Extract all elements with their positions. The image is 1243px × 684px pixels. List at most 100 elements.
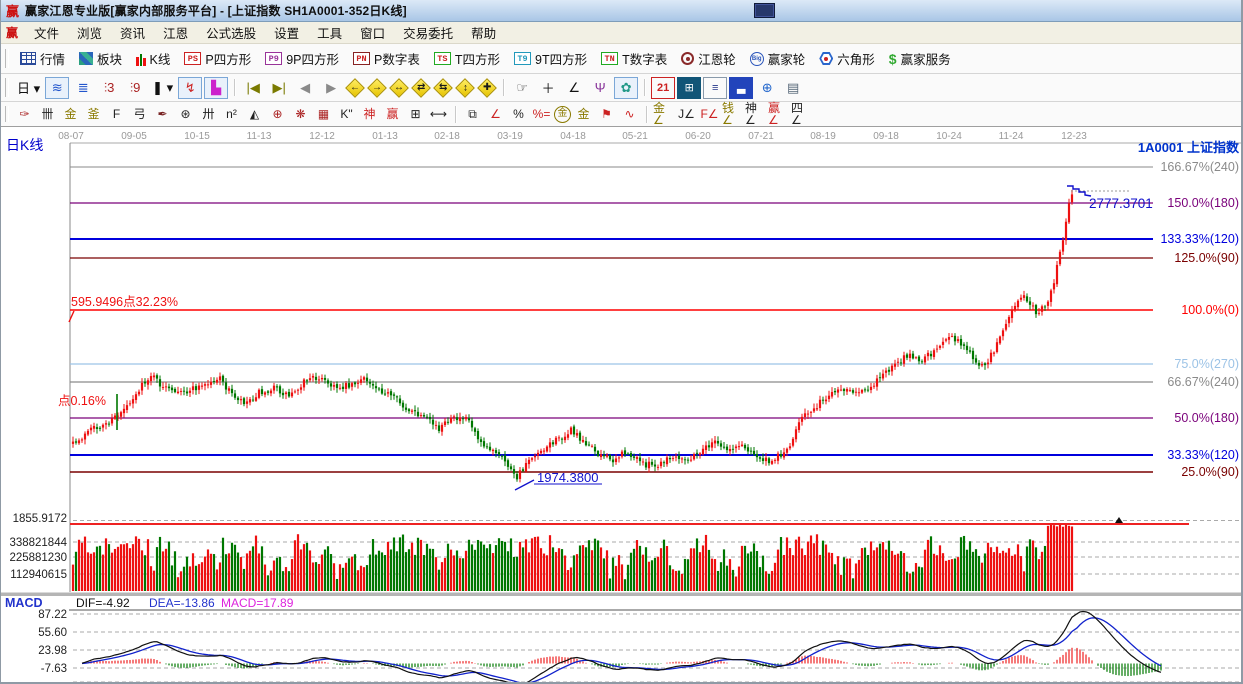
p-number-table-button[interactable]: PNP数字表: [346, 47, 427, 70]
shen-ruler-button[interactable]: 神: [359, 105, 380, 124]
menu-item-news[interactable]: 资讯: [111, 21, 154, 44]
page-back-button[interactable]: ◀: [293, 77, 317, 99]
span-measure-button[interactable]: ⟷: [428, 105, 449, 124]
t-number-table-button[interactable]: TNT数字表: [594, 47, 674, 70]
t-square-button[interactable]: TST四方形: [427, 47, 507, 70]
k-quote-mark-button[interactable]: K": [336, 105, 357, 124]
period-selector-button[interactable]: 日 ▾: [14, 77, 43, 99]
shen-angle-button[interactable]: 神∠: [745, 105, 766, 124]
menu-item-gann[interactable]: 江恩: [154, 21, 197, 44]
gold-angle-button[interactable]: 金∠: [653, 105, 674, 124]
volume-bar: [195, 566, 197, 591]
menu-item-file[interactable]: 文件: [25, 21, 68, 44]
circle-ruler-button[interactable]: ⊛: [175, 105, 196, 124]
save-button[interactable]: ▃: [729, 77, 753, 99]
notes-button[interactable]: ≡: [703, 77, 727, 99]
printer-button[interactable]: ▤: [781, 77, 805, 99]
chart-area[interactable]: 08-0709-0510-1511-1312-1201-1302-1803-19…: [1, 127, 1243, 684]
f-angle-button[interactable]: F∠: [699, 105, 720, 124]
network-button[interactable]: ⊕: [755, 77, 779, 99]
tick-ruler-button[interactable]: 卅: [198, 105, 219, 124]
chart-canvas[interactable]: 08-0709-0510-1511-1312-1201-1302-1803-19…: [1, 127, 1243, 684]
zigzag-overlay-button[interactable]: ↯: [178, 77, 202, 99]
f-ruler-button[interactable]: F: [106, 105, 127, 124]
draw-pen-button[interactable]: ✑: [14, 105, 35, 124]
zoom-reset-button[interactable]: ✚: [477, 78, 497, 98]
volume-bar: [831, 553, 833, 591]
gann-circle-button[interactable]: ⊕: [267, 105, 288, 124]
percent-line-button[interactable]: %=: [531, 105, 552, 124]
pan-right-button[interactable]: →: [367, 78, 387, 98]
menu-item-formula-stock-pick[interactable]: 公式选股: [197, 21, 265, 44]
winner-service-button[interactable]: $赢家服务: [882, 47, 958, 70]
pan-both-button[interactable]: ↔: [389, 78, 409, 98]
flag-mark-button[interactable]: ⚑: [596, 105, 617, 124]
candle-style-button[interactable]: ❚ ▾: [149, 77, 176, 99]
gold-level-button[interactable]: 金: [573, 105, 594, 124]
pan-left-button[interactable]: ←: [345, 78, 365, 98]
hand-tool-button[interactable]: ☞: [510, 77, 534, 99]
menu-item-tools[interactable]: 工具: [308, 21, 351, 44]
gold-section-ruler-button[interactable]: 釜: [83, 105, 104, 124]
pen-ruler-button[interactable]: ✒: [152, 105, 173, 124]
info-panel-button[interactable]: ≣: [71, 77, 95, 99]
volume-bar: [519, 542, 521, 591]
p-square-button[interactable]: PSP四方形: [177, 47, 258, 70]
volume-profile-button[interactable]: ▙: [204, 77, 228, 99]
calendar-button[interactable]: 21: [651, 77, 675, 99]
jump-start-button[interactable]: |◀: [241, 77, 265, 99]
win-angle-button[interactable]: 赢∠: [768, 105, 789, 124]
candle-body: [522, 469, 524, 471]
spiral-ruler-button[interactable]: 弓: [129, 105, 150, 124]
qian-angle-button[interactable]: 钱∠: [722, 105, 743, 124]
shift-right-button[interactable]: ⇆: [433, 78, 453, 98]
menu-item-settings[interactable]: 设置: [265, 21, 308, 44]
angle-percent-button[interactable]: ∠: [485, 105, 506, 124]
gann-wheel-button[interactable]: 江恩轮: [674, 47, 743, 70]
si-angle-button[interactable]: 四∠: [791, 105, 812, 124]
zoom-vertical-button[interactable]: ↕: [455, 78, 475, 98]
volume-bar: [267, 575, 269, 591]
gold-circle-button[interactable]: 金: [554, 106, 571, 123]
page-forward-button[interactable]: ▶: [319, 77, 343, 99]
trend-chart-button[interactable]: ≋: [45, 77, 69, 99]
candle-body: [426, 417, 428, 418]
winner-wheel-button[interactable]: Big赢家轮: [743, 47, 813, 70]
menu-item-window[interactable]: 窗口: [351, 21, 394, 44]
calculator-button[interactable]: ⊞: [677, 77, 701, 99]
volume-bar: [711, 559, 713, 591]
three-bar-pattern-button[interactable]: ⫶3: [97, 77, 121, 99]
ruler-ticks-button[interactable]: 卌: [37, 105, 58, 124]
nine-bar-pattern-button[interactable]: ⫶9: [123, 77, 147, 99]
volume-bar: [321, 555, 323, 591]
volume-bar: [861, 548, 863, 591]
candle-body: [777, 454, 779, 461]
gann-tool-button[interactable]: Ψ: [588, 77, 612, 99]
kline-button[interactable]: K线: [129, 47, 177, 70]
menu-item-help[interactable]: 帮助: [462, 21, 505, 44]
win-ruler-button[interactable]: 赢: [382, 105, 403, 124]
9p-square-button[interactable]: P99P四方形: [258, 47, 346, 70]
menu-item-trade-entrust[interactable]: 交易委托: [394, 21, 462, 44]
n-square-button[interactable]: n²: [221, 105, 242, 124]
quotes-button[interactable]: 行情: [13, 47, 72, 70]
jump-end-button[interactable]: ▶|: [267, 77, 291, 99]
web-grid-button[interactable]: ▦: [313, 105, 334, 124]
hexagon-button[interactable]: 六角形: [812, 47, 882, 70]
titlebar-grid-button[interactable]: [754, 3, 775, 18]
number-grid-button[interactable]: ⊞: [405, 105, 426, 124]
cycle-tool-button[interactable]: ✿: [614, 77, 638, 99]
gold-ratio-ruler-button[interactable]: 金: [60, 105, 81, 124]
sectors-button[interactable]: 板块: [72, 47, 129, 70]
crosshair-tool-button[interactable]: ＋: [536, 77, 560, 99]
percent-tool-button[interactable]: %: [508, 105, 529, 124]
shift-left-button[interactable]: ⇄: [411, 78, 431, 98]
price-box-button[interactable]: ⧉: [462, 105, 483, 124]
trendline-tool-button[interactable]: ∠: [562, 77, 586, 99]
j-angle-button[interactable]: J∠: [676, 105, 697, 124]
wave-band-button[interactable]: ∿: [619, 105, 640, 124]
spider-web-button[interactable]: ❋: [290, 105, 311, 124]
mirror-tool-button[interactable]: ◭: [244, 105, 265, 124]
9t-square-button[interactable]: T99T四方形: [507, 47, 594, 70]
menu-item-browse[interactable]: 浏览: [68, 21, 111, 44]
